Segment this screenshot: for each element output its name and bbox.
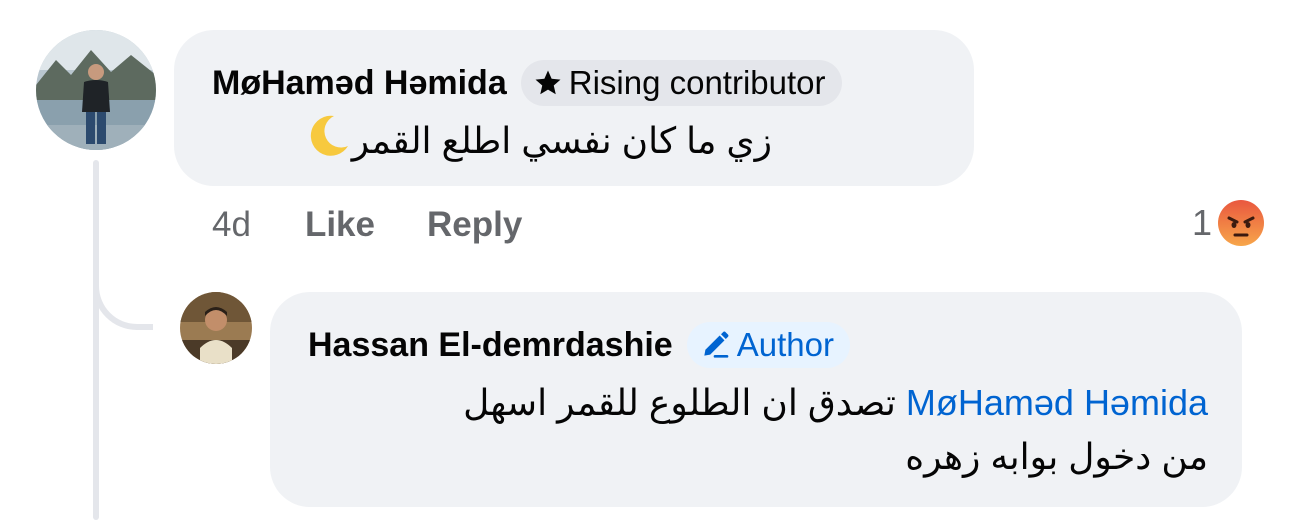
reply-body-2: من دخول بوابه زهره	[905, 436, 1208, 477]
star-icon	[535, 70, 561, 95]
badge-label: Rising contributor	[568, 64, 826, 101]
reaction-count: 1	[1191, 202, 1212, 243]
reaction-summary[interactable]: 1	[1192, 196, 1266, 250]
thread-line	[93, 160, 99, 520]
crescent-moon-icon	[304, 112, 352, 175]
reply-line-2: من دخول بوابه زهره	[308, 430, 1208, 484]
rising-contributor-badge[interactable]: Rising contributor	[520, 60, 842, 106]
comment-body: زي ما كان نفسي اطلع القمر	[351, 120, 772, 162]
avatar-photo	[180, 292, 252, 364]
author-badge[interactable]: Author	[686, 322, 850, 368]
reply-bubble: Hassan El-demrdashie Author MøHaməd Həmi…	[270, 292, 1242, 507]
pencil-icon	[704, 331, 729, 358]
like-button[interactable]: Like	[305, 205, 375, 245]
reply-body-1: تصدق ان الطلوع للقمر اسهل	[463, 382, 896, 423]
comment-bubble: MøHaməd Həmida Rising contributor زي ما …	[174, 30, 974, 186]
thread-connector	[93, 240, 153, 330]
mention-link[interactable]: MøHaməd Həmida	[906, 382, 1208, 423]
reply-author-name[interactable]: Hassan El-demrdashie	[308, 326, 673, 365]
avatar-commenter[interactable]	[36, 30, 156, 150]
angry-face-icon	[1218, 200, 1264, 246]
reply-text: MøHaməd Həmida تصدق ان الطلوع للقمر اسهل…	[308, 376, 1208, 484]
badge-label: Author	[736, 326, 834, 363]
reply-header: Hassan El-demrdashie Author	[308, 320, 1206, 370]
comment-header: MøHaməd Həmida Rising contributor	[212, 58, 938, 108]
reply-button[interactable]: Reply	[427, 205, 522, 245]
avatar-reply-author[interactable]	[180, 292, 252, 364]
comment-timestamp[interactable]: 4d	[212, 205, 251, 245]
comment-actions: 4d Like Reply	[212, 200, 574, 250]
comment-text: زي ما كان نفسي اطلع القمر	[212, 112, 772, 175]
avatar-photo	[36, 30, 156, 150]
reply-line-1: MøHaməd Həmida تصدق ان الطلوع للقمر اسهل	[308, 376, 1208, 430]
comment-author-name[interactable]: MøHaməd Həmida	[212, 64, 507, 103]
